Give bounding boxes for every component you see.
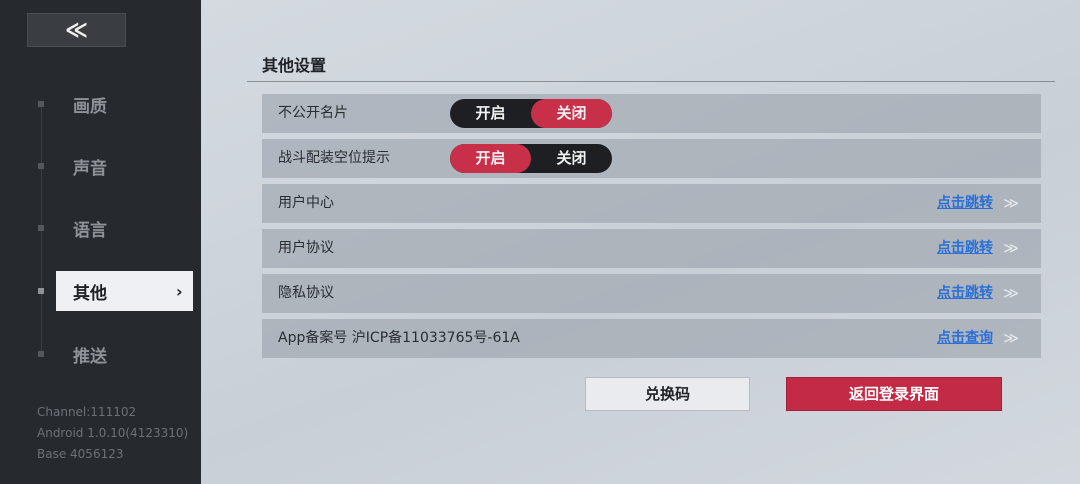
divider — [247, 81, 1055, 82]
nav-dot — [38, 101, 44, 107]
sidebar-item-label: 语言 — [73, 220, 107, 241]
sidebar-item-label: 其他 — [73, 283, 107, 304]
nav-dot — [38, 288, 44, 294]
setting-row-hide-card: 不公开名片 开启 关闭 — [262, 94, 1041, 133]
back-to-login-button[interactable]: 返回登录界面 — [786, 377, 1002, 411]
setting-row-user-center: 用户中心 点击跳转 ≫ — [262, 184, 1041, 223]
double-chevron-right-icon: ≫ — [1003, 239, 1019, 257]
toggle-off-option[interactable]: 关闭 — [531, 99, 612, 128]
double-chevron-left-icon: ≪ — [64, 17, 89, 43]
sidebar-item-label: 画质 — [73, 96, 107, 117]
query-link[interactable]: 点击查询 — [937, 319, 993, 358]
back-button[interactable]: ≪ — [27, 13, 126, 47]
hide-card-toggle[interactable]: 开启 关闭 — [450, 99, 612, 128]
setting-label: 不公开名片 — [278, 105, 348, 121]
sidebar-item-label: 声音 — [73, 158, 107, 179]
toggle-on-option[interactable]: 开启 — [450, 144, 531, 173]
setting-label: 用户协议 — [278, 240, 334, 256]
sidebar-item-push[interactable]: 推送 — [0, 334, 201, 374]
sidebar-item-sound[interactable]: 声音 — [0, 146, 201, 186]
sidebar: ≪ 画质 声音 语言 其他 › 推送 Channel:111102 Androi… — [0, 0, 201, 484]
nav-dot — [38, 225, 44, 231]
build-info: Channel:111102 Android 1.0.10(4123310) B… — [37, 402, 188, 465]
jump-link[interactable]: 点击跳转 — [937, 184, 993, 223]
channel-text: Channel:111102 — [37, 405, 137, 419]
setting-label: 用户中心 — [278, 195, 334, 211]
jump-link[interactable]: 点击跳转 — [937, 229, 993, 268]
nav-dot — [38, 163, 44, 169]
sidebar-item-other[interactable]: 其他 › — [0, 271, 201, 311]
double-chevron-right-icon: ≫ — [1003, 284, 1019, 302]
setting-label: App备案号 沪ICP备11033765号-61A — [278, 330, 520, 346]
setting-row-privacy: 隐私协议 点击跳转 ≫ — [262, 274, 1041, 313]
setting-label: 战斗配装空位提示 — [278, 150, 390, 166]
setting-row-empty-slot-hint: 战斗配装空位提示 开启 关闭 — [262, 139, 1041, 178]
jump-link[interactable]: 点击跳转 — [937, 274, 993, 313]
setting-row-icp: App备案号 沪ICP备11033765号-61A 点击查询 ≫ — [262, 319, 1041, 358]
setting-label: 隐私协议 — [278, 285, 334, 301]
nav-dot — [38, 351, 44, 357]
redeem-code-button[interactable]: 兑换码 — [585, 377, 750, 411]
sidebar-item-label: 推送 — [73, 346, 107, 367]
base-version-text: Base 4056123 — [37, 447, 124, 461]
double-chevron-right-icon: ≫ — [1003, 194, 1019, 212]
chevron-right-icon: › — [176, 281, 183, 301]
sidebar-item-language[interactable]: 语言 — [0, 208, 201, 248]
toggle-off-option[interactable]: 关闭 — [531, 144, 612, 173]
section-title: 其他设置 — [262, 56, 327, 75]
sidebar-item-graphics[interactable]: 画质 — [0, 84, 201, 124]
android-version-text: Android 1.0.10(4123310) — [37, 426, 189, 440]
double-chevron-right-icon: ≫ — [1003, 329, 1019, 347]
empty-slot-hint-toggle[interactable]: 开启 关闭 — [450, 144, 612, 173]
toggle-on-option[interactable]: 开启 — [450, 99, 531, 128]
setting-row-user-agreement: 用户协议 点击跳转 ≫ — [262, 229, 1041, 268]
